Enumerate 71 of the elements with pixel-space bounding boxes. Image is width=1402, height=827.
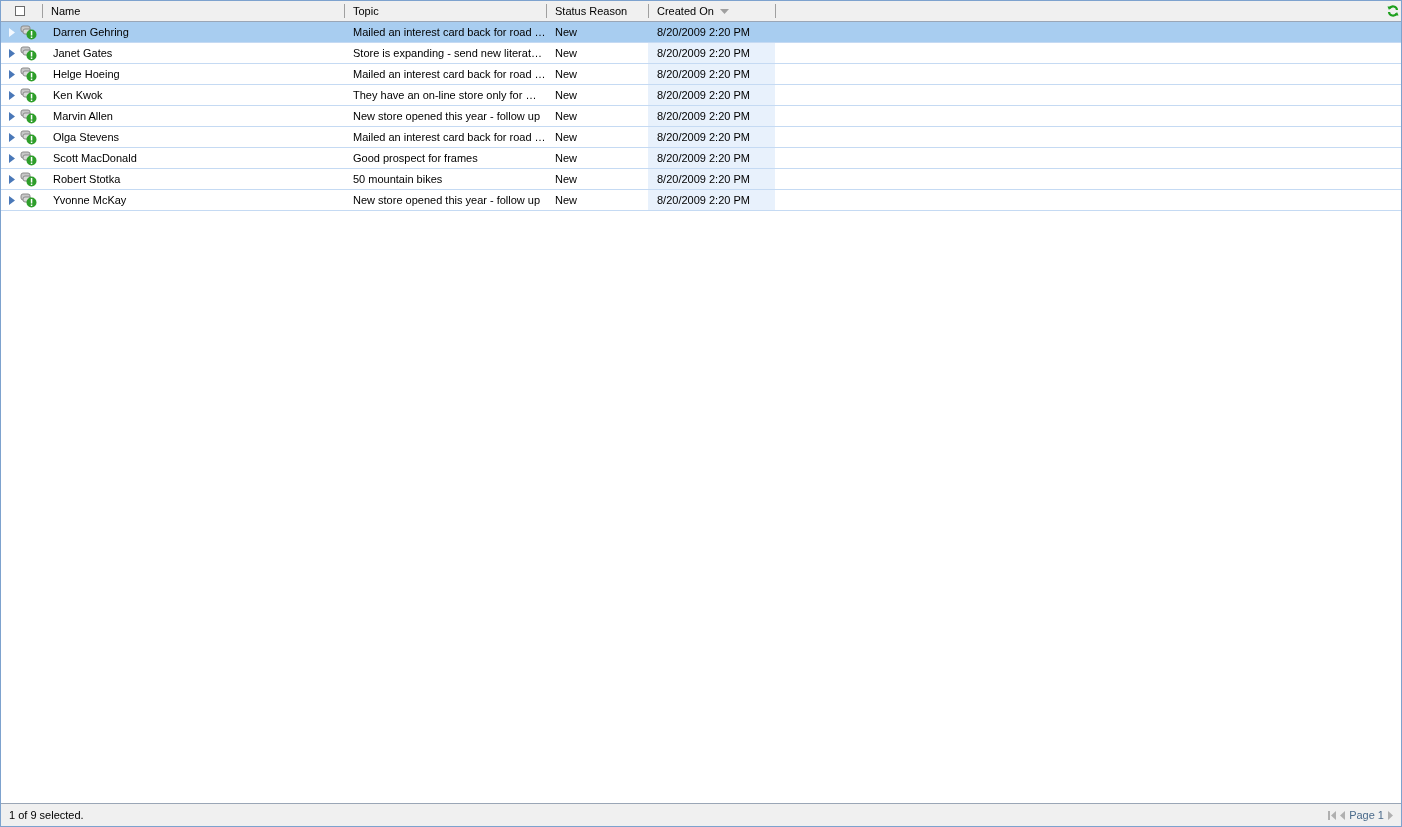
table-cell: Mailed an interest card back for road … [353, 131, 546, 143]
table-cell: 8/20/2009 2:20 PM [657, 26, 750, 38]
table-cell: 8/20/2009 2:20 PM [657, 152, 750, 164]
expand-arrow-icon[interactable] [9, 132, 15, 142]
table-cell: Olga Stevens [53, 131, 120, 143]
phone-alert-icon [20, 108, 37, 124]
grid-row[interactable]: Darren Gehring Mailed an interest card back for road … New 8/20/2009 2:20 PM [1, 22, 1401, 43]
table-cell: New [555, 173, 577, 185]
table-cell: Janet Gates [53, 47, 113, 59]
table-cell: New [555, 89, 577, 101]
grid-row[interactable]: Robert Stotka 50 mountain bikes New 8/20/2009 2:20 PM [1, 169, 1401, 190]
table-cell: New store opened this year - follow up [353, 110, 541, 122]
grid-row[interactable]: Olga Stevens Mailed an interest card back for road … New 8/20/2009 2:20 PM [1, 127, 1401, 148]
expand-arrow-icon[interactable] [9, 48, 15, 58]
table-cell: Marvin Allen [53, 110, 113, 122]
refresh-icon[interactable] [1387, 5, 1399, 17]
expand-arrow-icon[interactable] [9, 195, 15, 205]
table-cell: Good prospect for frames [353, 152, 478, 164]
phone-alert-icon [20, 45, 37, 61]
table-cell: Mailed an interest card back for road … [353, 68, 546, 80]
grid-row[interactable]: Helge Hoeing Mailed an interest card back for road … New 8/20/2009 2:20 PM [1, 64, 1401, 85]
expand-arrow-icon[interactable] [9, 111, 15, 121]
column-header[interactable]: Topic [353, 5, 379, 17]
table-cell: Scott MacDonald [53, 152, 137, 164]
table-cell: New [555, 47, 577, 59]
grid-row[interactable]: Yvonne McKay New store opened this year - follow up New 8/20/2009 2:20 PM [1, 190, 1401, 211]
table-cell: Mailed an interest card back for road … [353, 26, 546, 38]
phone-alert-icon [20, 129, 37, 145]
select-all-checkbox[interactable] [15, 6, 25, 16]
table-cell: New [555, 152, 577, 164]
table-cell: 8/20/2009 2:20 PM [657, 110, 750, 122]
table-cell: They have an on-line store only for … [353, 89, 537, 101]
table-cell: 8/20/2009 2:20 PM [657, 68, 750, 80]
table-cell: New store opened this year - follow up [353, 194, 541, 206]
expand-arrow-icon[interactable] [9, 90, 15, 100]
table-cell: Helge Hoeing [53, 68, 120, 80]
phone-alert-icon [20, 24, 37, 40]
table-cell: 8/20/2009 2:20 PM [657, 47, 750, 59]
expand-arrow-icon[interactable] [9, 153, 15, 163]
sort-down-icon [719, 8, 729, 14]
expand-arrow-icon[interactable] [9, 69, 15, 79]
table-cell: 8/20/2009 2:20 PM [657, 131, 750, 143]
table-cell: Ken Kwok [53, 89, 103, 101]
table-cell: 8/20/2009 2:20 PM [657, 173, 750, 185]
table-cell: Darren Gehring [53, 26, 129, 38]
page-number: Page 1 [1349, 809, 1384, 821]
column-header[interactable]: Name [51, 5, 81, 17]
table-cell: Robert Stotka [53, 173, 121, 185]
table-cell: Yvonne McKay [53, 194, 127, 206]
expand-arrow-icon[interactable] [9, 174, 15, 184]
phone-alert-icon [20, 87, 37, 103]
phone-alert-icon [20, 150, 37, 166]
grid-row[interactable]: Ken Kwok They have an on-line store only for … New 8/20/2009 2:20 PM [1, 85, 1401, 106]
grid-row[interactable]: Marvin Allen New store opened this year - follow up New 8/20/2009 2:20 PM [1, 106, 1401, 127]
table-cell: New [555, 131, 577, 143]
phone-alert-icon [20, 66, 37, 82]
phone-alert-icon [20, 171, 37, 187]
column-header[interactable]: Created On [657, 5, 714, 17]
column-header[interactable]: Status Reason [555, 5, 628, 17]
phone-alert-icon [20, 192, 37, 208]
table-cell: 8/20/2009 2:20 PM [657, 89, 750, 101]
table-cell: New [555, 26, 577, 38]
table-cell: Store is expanding - send new literat… [353, 47, 542, 59]
table-cell: New [555, 68, 577, 80]
selection-count: 1 of 9 selected. [9, 809, 84, 821]
grid-row[interactable]: Scott MacDonald Good prospect for frames New 8/20/2009 2:20 PM [1, 148, 1401, 169]
grid-row[interactable]: Janet Gates Store is expanding - send new literat… New 8/20/2009 2:20 PM [1, 43, 1401, 64]
table-cell: 8/20/2009 2:20 PM [657, 194, 750, 206]
table-cell: 50 mountain bikes [353, 173, 443, 185]
table-cell: New [555, 194, 577, 206]
table-cell: New [555, 110, 577, 122]
